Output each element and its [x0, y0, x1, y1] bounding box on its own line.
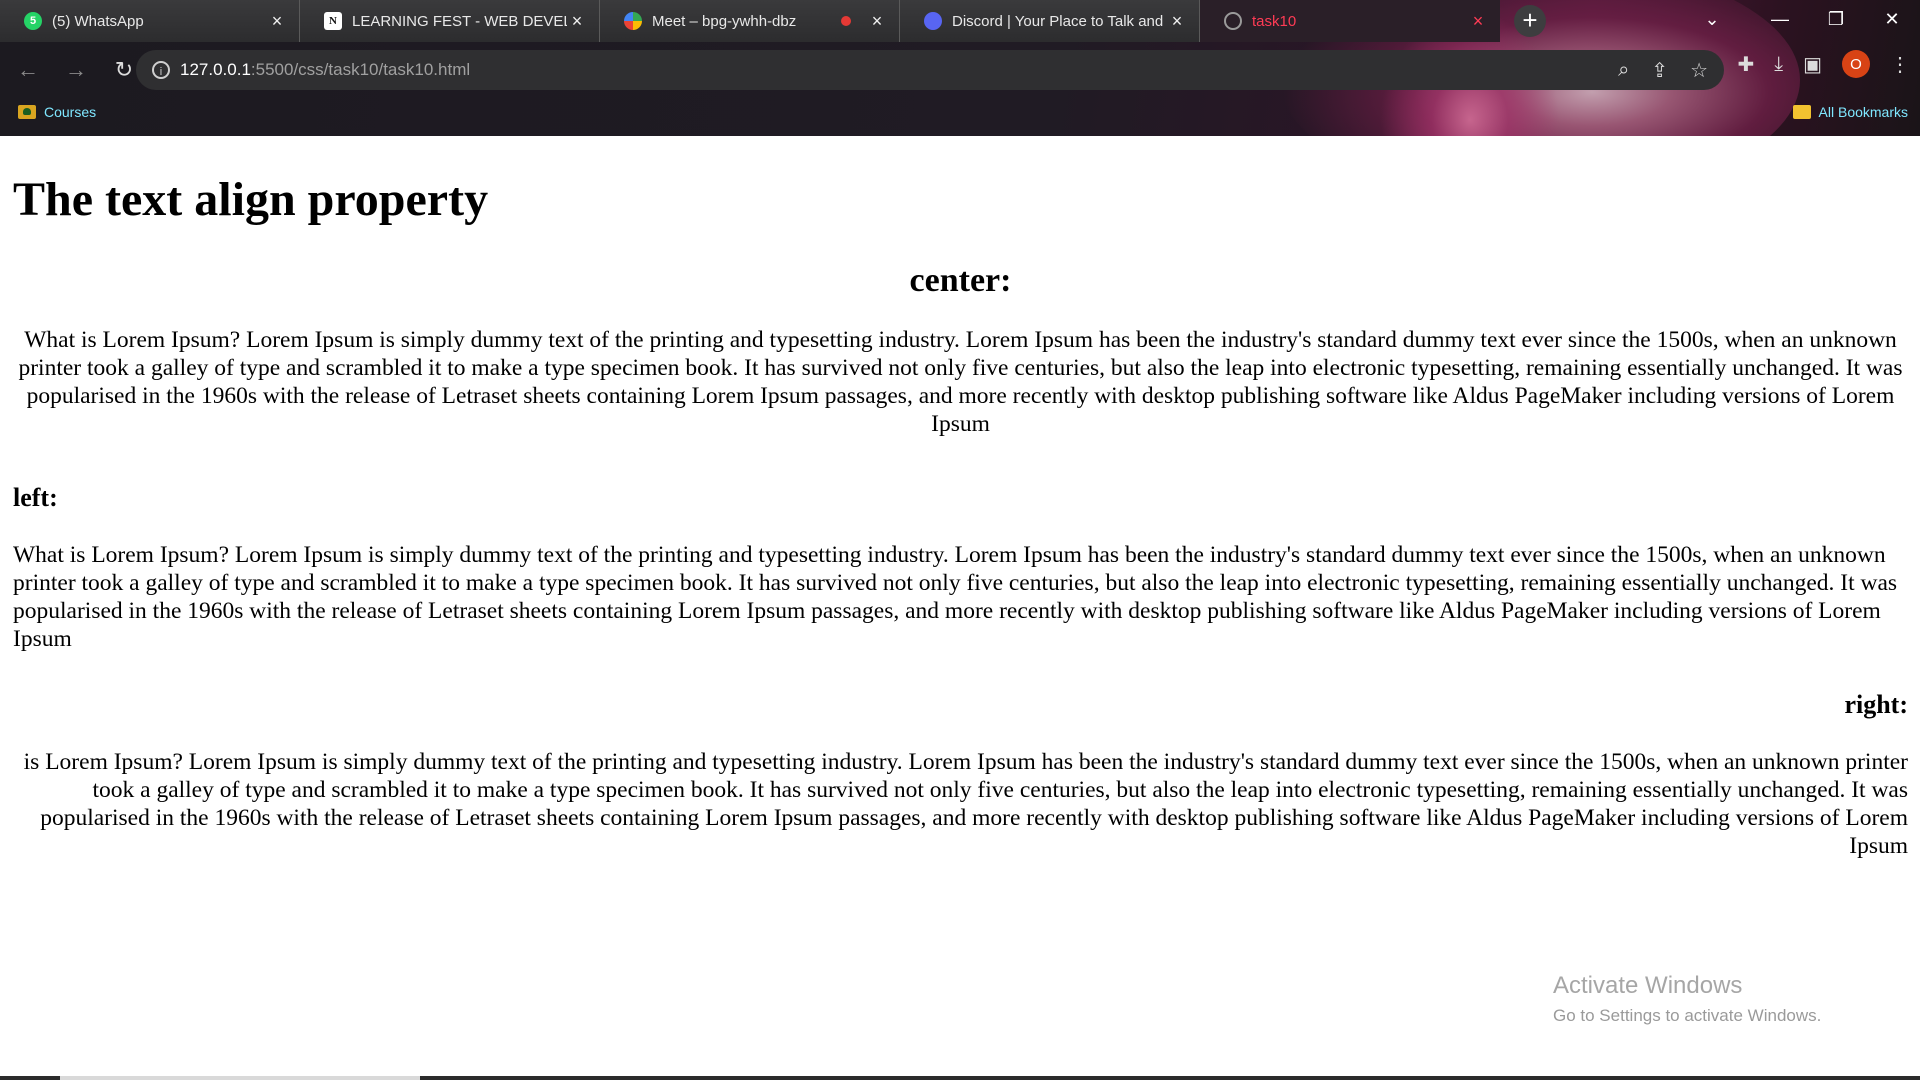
bookmarks-bar: Courses All Bookmarks [0, 98, 1920, 126]
taskbar-edge [0, 1076, 1920, 1080]
browser-toolbar: ← → ↻ i 127.0.0.1:5500/css/task10/task10… [0, 48, 1920, 92]
address-bar[interactable]: i 127.0.0.1:5500/css/task10/task10.html … [136, 50, 1724, 90]
omnibox-actions: ⌕ ⇪ ☆ [1618, 50, 1708, 90]
restore-button[interactable]: ❐ [1808, 0, 1864, 38]
tab-learning-fest[interactable]: N LEARNING FEST - WEB DEVELOP × [300, 0, 600, 42]
watermark-subtitle: Go to Settings to activate Windows. [1553, 1006, 1822, 1025]
google-meet-icon [624, 12, 642, 30]
page-viewport: The text align property center: What is … [0, 136, 1920, 1080]
bookmark-label: All Bookmarks [1818, 104, 1908, 120]
close-icon[interactable]: × [567, 11, 587, 32]
tab-strip: 5 (5) WhatsApp × N LEARNING FEST - WEB D… [0, 0, 1920, 42]
url-text[interactable]: 127.0.0.1:5500/css/task10/task10.html [180, 60, 470, 80]
bookmark-label: Courses [44, 104, 97, 120]
side-panel-icon[interactable]: ▣ [1803, 52, 1822, 77]
tab-title: Meet – bpg-ywhh-dbz [652, 12, 797, 30]
minimize-button[interactable]: — [1752, 0, 1808, 38]
activate-windows-watermark: Activate Windows Go to Settings to activ… [1553, 972, 1821, 1026]
close-icon[interactable]: × [267, 11, 287, 32]
window-controls: ⌄ — ❐ ✕ [1684, 0, 1920, 42]
left-paragraph: What is Lorem Ipsum? Lorem Ipsum is simp… [13, 541, 1898, 652]
bookmark-star-icon[interactable]: ☆ [1690, 58, 1708, 83]
tab-whatsapp[interactable]: 5 (5) WhatsApp × [0, 0, 300, 42]
tab-title: LEARNING FEST - WEB DEVELOP [352, 12, 567, 30]
site-info-icon[interactable]: i [152, 61, 170, 79]
forward-button[interactable]: → [56, 50, 96, 90]
tab-title: task10 [1252, 12, 1297, 30]
close-icon[interactable]: × [1167, 11, 1187, 32]
scroll-indicator [60, 1076, 420, 1080]
tab-search-icon[interactable]: ⌄ [1684, 0, 1740, 38]
watermark-title: Activate Windows [1553, 972, 1743, 999]
menu-icon[interactable]: ⋮ [1890, 52, 1910, 77]
new-tab-button[interactable]: + [1514, 5, 1546, 37]
center-heading: center: [909, 261, 1012, 299]
browser-chrome: 5 (5) WhatsApp × N LEARNING FEST - WEB D… [0, 0, 1920, 136]
recording-indicator-icon [841, 16, 851, 26]
zoom-icon[interactable]: ⌕ [1618, 59, 1629, 82]
tab-discord[interactable]: Discord | Your Place to Talk and × [900, 0, 1200, 42]
url-path: :5500/css/task10/task10.html [250, 60, 471, 79]
extensions-icon[interactable]: ✚ [1737, 52, 1754, 77]
globe-icon [1224, 12, 1242, 30]
bookmark-courses[interactable]: Courses [18, 98, 96, 126]
tab-title: (5) WhatsApp [52, 12, 144, 30]
tab-google-meet[interactable]: Meet – bpg-ywhh-dbz × [600, 0, 900, 42]
avatar[interactable]: O [1842, 50, 1870, 78]
tab-task10[interactable]: task10 × [1200, 0, 1500, 42]
share-icon[interactable]: ⇪ [1651, 58, 1668, 83]
close-icon[interactable]: × [1468, 11, 1488, 32]
tab-title: Discord | Your Place to Talk and [952, 12, 1164, 30]
all-bookmarks-button[interactable]: All Bookmarks [1792, 98, 1908, 126]
right-paragraph: is Lorem Ipsum? Lorem Ipsum is simply du… [23, 748, 1908, 859]
toolbar-actions: ✚ ⤓ ▣ O ⋮ [1737, 50, 1910, 78]
discord-icon [924, 12, 942, 30]
window-close-button[interactable]: ✕ [1864, 0, 1920, 38]
left-heading: left: [13, 482, 58, 512]
download-icon[interactable]: ⤓ [1774, 53, 1783, 76]
close-icon[interactable]: × [867, 11, 887, 32]
center-paragraph: What is Lorem Ipsum? Lorem Ipsum is simp… [18, 326, 1903, 437]
page-body: The text align property center: What is … [13, 136, 1908, 860]
page-title: The text align property [13, 173, 489, 226]
back-button[interactable]: ← [8, 50, 48, 90]
classroom-icon [18, 105, 36, 119]
right-heading: right: [1844, 689, 1908, 719]
folder-icon [1792, 105, 1811, 119]
notion-icon: N [324, 12, 342, 30]
url-host: 127.0.0.1 [180, 60, 251, 79]
whatsapp-icon: 5 [24, 12, 42, 30]
